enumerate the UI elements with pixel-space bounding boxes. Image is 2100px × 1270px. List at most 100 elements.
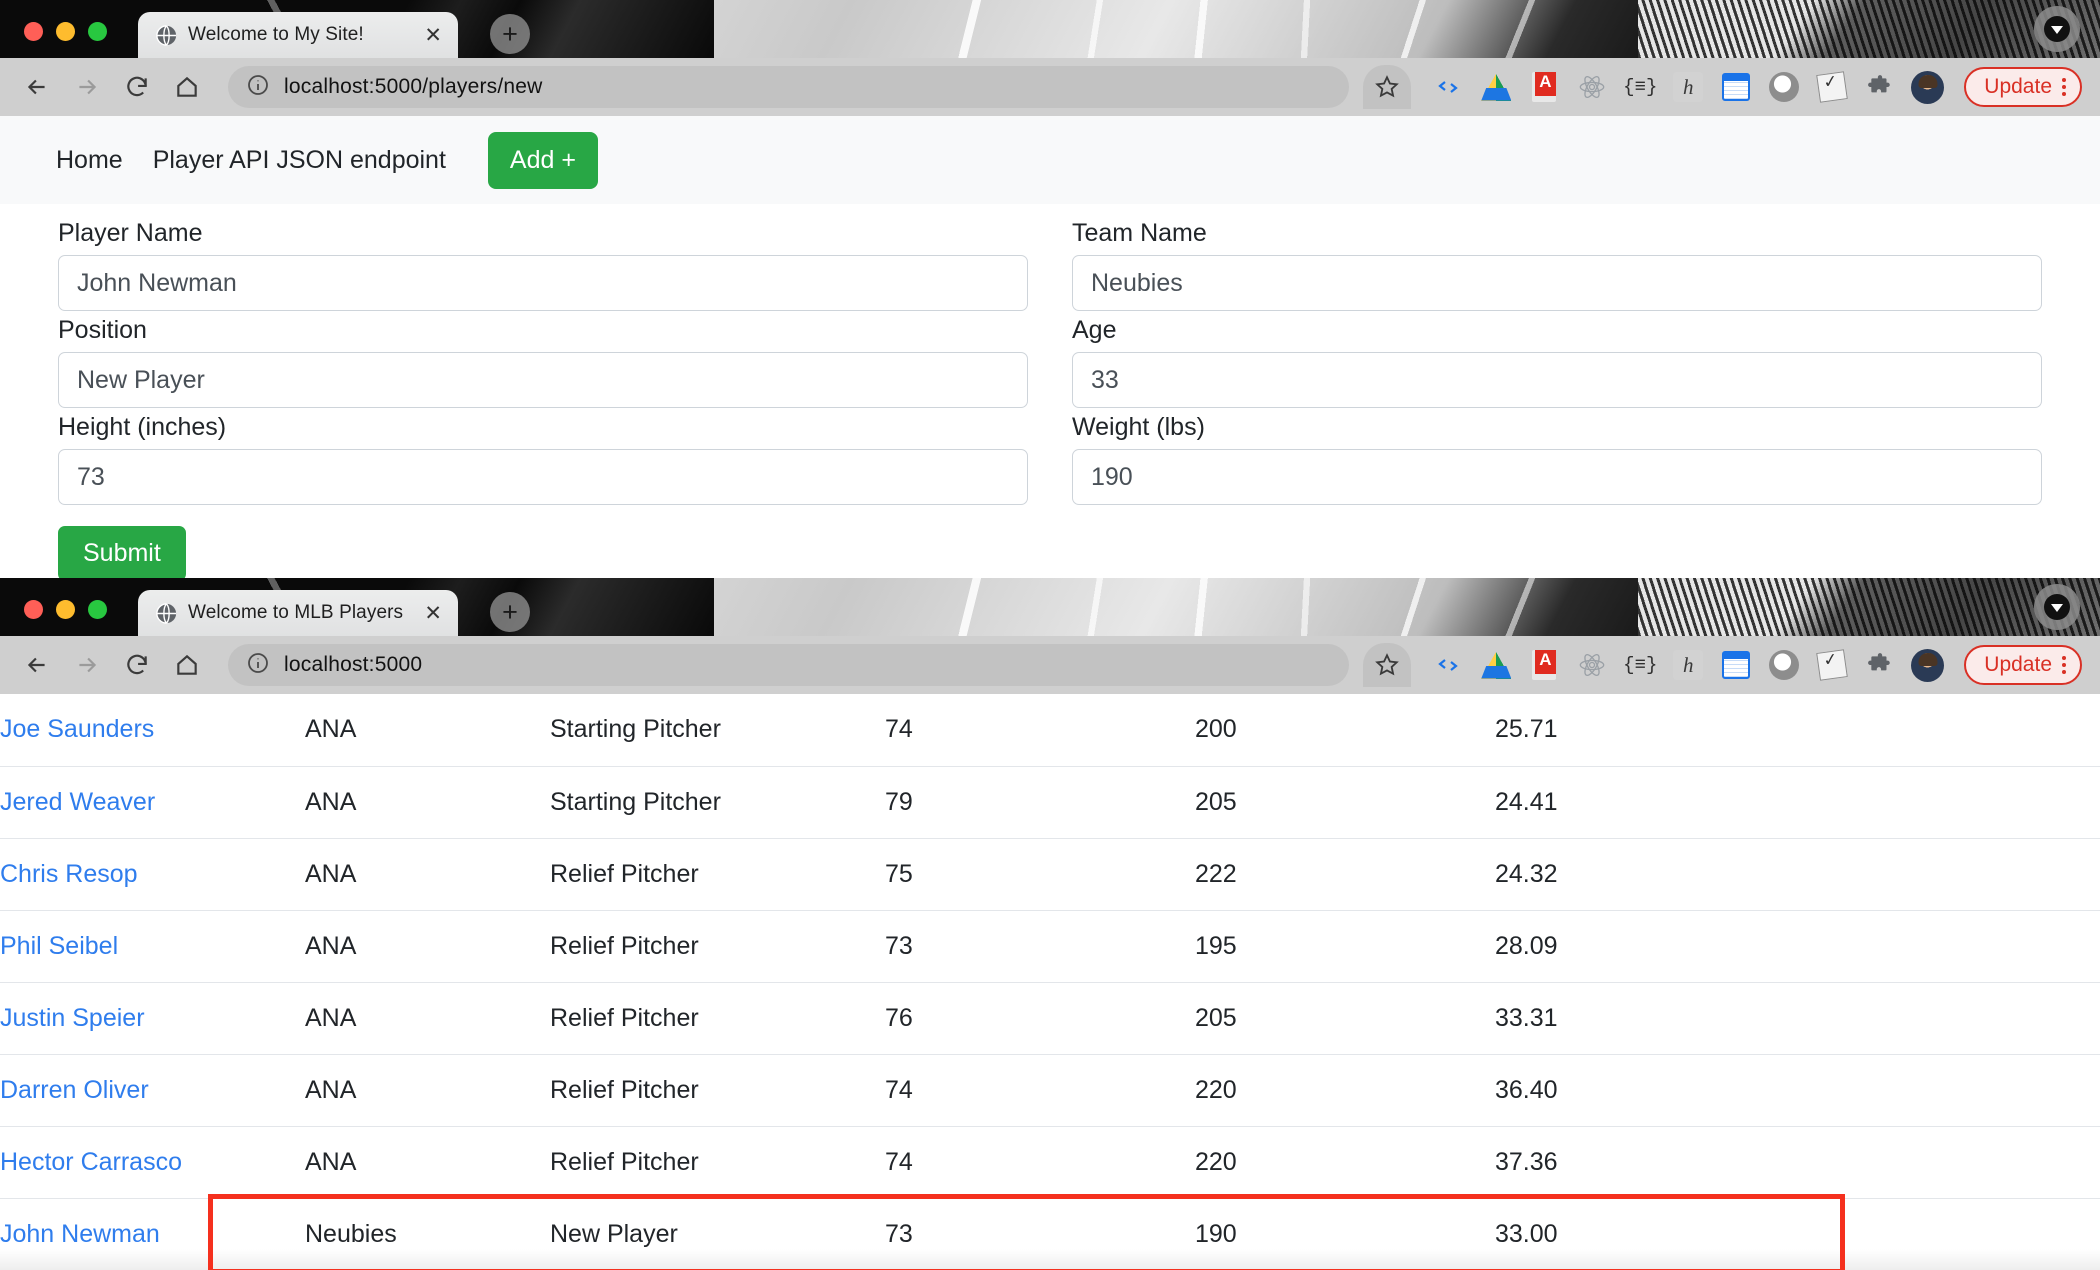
cell-weight: 195 [1195,910,1495,982]
update-button-2[interactable]: Update [1964,645,2082,685]
dictionary-icon[interactable] [1527,70,1561,104]
share-icon[interactable] [1431,648,1465,682]
update-label: Update [1984,653,2052,677]
info-icon[interactable] [246,651,270,680]
cell-name: Phil Seibel [0,910,305,982]
cell-team: ANA [305,910,550,982]
more-menu-icon[interactable] [2062,656,2066,674]
players-table: Joe SaundersANAStarting Pitcher7420025.7… [0,694,2100,1270]
google-drive-icon[interactable] [1479,648,1513,682]
cell-age: 24.41 [1495,766,2100,838]
tab-strip-2: Welcome to MLB Players Proje ✕ + [0,578,2100,636]
calendar-icon[interactable] [1719,70,1753,104]
player-name-link[interactable]: Chris Resop [0,860,138,888]
player-name-link[interactable]: Phil Seibel [0,932,118,960]
update-button[interactable]: Update [1964,67,2082,107]
json-viewer-icon[interactable]: {≡} [1623,70,1657,104]
dictionary-icon[interactable] [1527,648,1561,682]
star-icon[interactable] [1363,643,1411,687]
notes-icon[interactable] [1815,70,1849,104]
cell-team: ANA [305,838,550,910]
cell-weight: 200 [1195,694,1495,766]
close-icon[interactable]: ✕ [420,603,446,624]
cell-weight: 205 [1195,982,1495,1054]
cell-age: 25.71 [1495,694,2100,766]
team-name-input[interactable] [1072,255,2042,311]
nav-link-player-api[interactable]: Player API JSON endpoint [153,146,446,175]
tab-title: Welcome to My Site! [188,24,409,46]
close-icon[interactable]: ✕ [420,25,446,46]
tab-strip: Welcome to My Site! ✕ + [0,0,2100,58]
new-player-form: Player Name Position Height (inches) Sub… [0,204,2100,578]
player-name-link[interactable]: Darren Oliver [0,1076,149,1104]
player-name-link[interactable]: Jered Weaver [0,788,155,816]
avatar[interactable] [1911,71,1944,104]
react-devtools-icon[interactable] [1575,648,1609,682]
cell-position: Relief Pitcher [550,910,885,982]
google-drive-icon[interactable] [1479,70,1513,104]
info-icon[interactable] [246,73,270,102]
browser-window-top: Welcome to My Site! ✕ + [0,0,2100,578]
json-viewer-icon[interactable]: {≡} [1623,648,1657,682]
calendar-icon[interactable] [1719,648,1753,682]
minimize-window-button[interactable] [56,22,75,41]
browser-tab[interactable]: Welcome to My Site! ✕ [138,12,458,58]
puzzle-icon[interactable] [1863,648,1897,682]
star-icon[interactable] [1363,65,1411,109]
player-name-link[interactable]: Hector Carrasco [0,1148,182,1176]
window-controls[interactable] [24,22,107,41]
close-window-button[interactable] [24,22,43,41]
reload-icon[interactable] [114,642,160,688]
puzzle-icon[interactable] [1863,70,1897,104]
new-tab-button[interactable]: + [490,14,530,54]
oval-icon[interactable] [1767,648,1801,682]
more-menu-icon[interactable] [2062,78,2066,96]
table-row: Chris ResopANARelief Pitcher7522224.32 [0,838,2100,910]
submit-button[interactable]: Submit [58,526,186,578]
forward-arrow-icon[interactable] [64,642,110,688]
player-name-link[interactable]: Justin Speier [0,1004,145,1032]
chevron-down-icon[interactable] [2034,6,2080,52]
maximize-window-button[interactable] [88,22,107,41]
home-icon[interactable] [164,642,210,688]
react-devtools-icon[interactable] [1575,70,1609,104]
player-name-link[interactable]: John Newman [0,1220,160,1248]
table-row: Jered WeaverANAStarting Pitcher7920524.4… [0,766,2100,838]
position-input[interactable] [58,352,1028,408]
browser-tab-2[interactable]: Welcome to MLB Players Proje ✕ [138,590,458,636]
cell-team: ANA [305,766,550,838]
age-input[interactable] [1072,352,2042,408]
hookdeck-icon[interactable]: h [1671,70,1705,104]
back-arrow-icon[interactable] [14,64,60,110]
address-bar[interactable]: localhost:5000/players/new [228,66,1349,108]
reload-icon[interactable] [114,64,160,110]
address-bar-2[interactable]: localhost:5000 [228,644,1349,686]
cell-height: 75 [885,838,1195,910]
window-controls-2[interactable] [24,600,107,619]
add-button[interactable]: Add + [488,132,598,189]
oval-icon[interactable] [1767,70,1801,104]
chevron-down-icon-2[interactable] [2034,584,2080,630]
notes-icon[interactable] [1815,648,1849,682]
close-window-button-2[interactable] [24,600,43,619]
weight-input[interactable] [1072,449,2042,505]
hookdeck-icon[interactable]: h [1671,648,1705,682]
minimize-window-button-2[interactable] [56,600,75,619]
forward-arrow-icon[interactable] [64,64,110,110]
cell-name: Chris Resop [0,838,305,910]
avatar[interactable] [1911,649,1944,682]
cell-height: 74 [885,1054,1195,1126]
height-input[interactable] [58,449,1028,505]
new-tab-button-2[interactable]: + [490,592,530,632]
nav-link-home[interactable]: Home [56,146,123,175]
cell-name: Darren Oliver [0,1054,305,1126]
player-name-input[interactable] [58,255,1028,311]
maximize-window-button-2[interactable] [88,600,107,619]
share-icon[interactable] [1431,70,1465,104]
cell-weight: 220 [1195,1126,1495,1198]
site-navbar: Home Player API JSON endpoint Add + [0,116,2100,204]
cell-team: ANA [305,982,550,1054]
player-name-link[interactable]: Joe Saunders [0,715,154,743]
home-icon[interactable] [164,64,210,110]
back-arrow-icon[interactable] [14,642,60,688]
